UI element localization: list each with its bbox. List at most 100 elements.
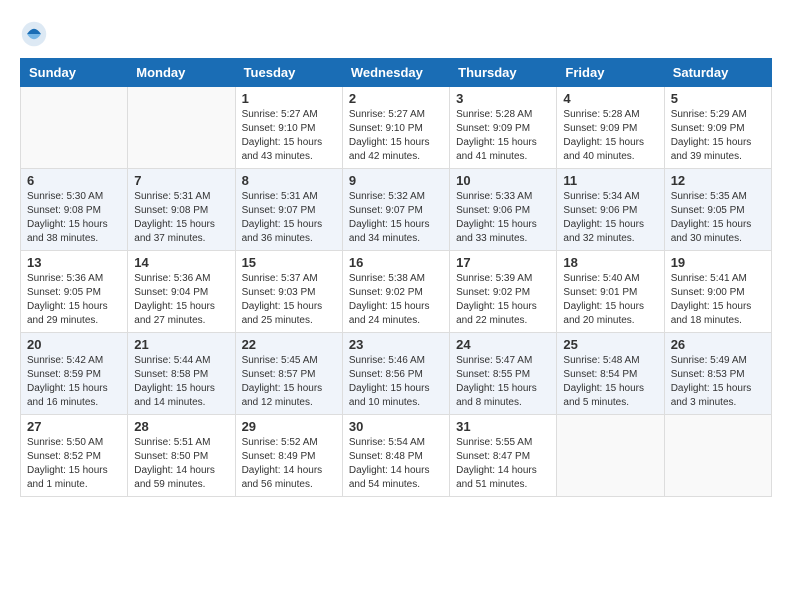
day-info: Sunrise: 5:42 AM Sunset: 8:59 PM Dayligh…	[27, 354, 121, 410]
calendar-day-cell: 18Sunrise: 5:40 AM Sunset: 9:01 PM Dayli…	[557, 251, 664, 333]
weekday-header: Wednesday	[342, 59, 449, 87]
calendar-day-cell: 5 Sunrise: 5:29 AM Sunset: 9:09 PM Daylig…	[664, 87, 771, 169]
day-info: Sunrise: 5:47 AM Sunset: 8:55 PM Dayligh…	[456, 354, 550, 410]
day-number: 8	[242, 173, 336, 188]
day-number: 11	[563, 173, 657, 188]
day-number: 17	[456, 255, 550, 270]
day-info: Sunrise: 5:46 AM Sunset: 8:56 PM Dayligh…	[349, 354, 443, 410]
calendar-day-cell: 14 Sunrise: 5:36 AM Sunset: 9:04 PM Dayli…	[128, 251, 235, 333]
day-info: Sunrise: 5:55 AM Sunset: 8:47 PM Dayligh…	[456, 436, 550, 492]
calendar-day-cell: 10 Sunrise: 5:33 AM Sunset: 9:06 PM Dayli…	[450, 169, 557, 251]
day-number: 7	[134, 173, 228, 188]
day-number: 13	[27, 255, 121, 270]
calendar-day-cell: 25 Sunrise: 5:48 AM Sunset: 8:54 PM Dayli…	[557, 333, 664, 415]
calendar-day-cell: 27 Sunrise: 5:50 AM Sunset: 8:52 PM Dayli…	[21, 415, 128, 497]
calendar-day-cell: 2Sunrise: 5:27 AM Sunset: 9:10 PM Daylig…	[342, 87, 449, 169]
day-info: Sunrise: 5:49 AM Sunset: 8:53 PM Dayligh…	[671, 354, 765, 410]
day-number: 2	[349, 91, 443, 106]
day-number: 24	[456, 337, 550, 352]
calendar-day-cell: 12 Sunrise: 5:35 AM Sunset: 9:05 PM Dayli…	[664, 169, 771, 251]
day-number: 12	[671, 173, 765, 188]
day-number: 30	[349, 419, 443, 434]
calendar-day-cell: 6Sunrise: 5:30 AM Sunset: 9:08 PM Daylig…	[21, 169, 128, 251]
day-info: Sunrise: 5:54 AM Sunset: 8:48 PM Dayligh…	[349, 436, 443, 492]
day-info: Sunrise: 5:34 AM Sunset: 9:06 PM Dayligh…	[563, 190, 657, 246]
day-info: Sunrise: 5:28 AM Sunset: 9:09 PM Dayligh…	[456, 108, 550, 164]
day-number: 31	[456, 419, 550, 434]
day-info: Sunrise: 5:40 AM Sunset: 9:01 PM Dayligh…	[563, 272, 657, 328]
calendar-day-cell: 30 Sunrise: 5:54 AM Sunset: 8:48 PM Dayli…	[342, 415, 449, 497]
day-info: Sunrise: 5:35 AM Sunset: 9:05 PM Dayligh…	[671, 190, 765, 246]
day-number: 22	[242, 337, 336, 352]
calendar-week-row: 27 Sunrise: 5:50 AM Sunset: 8:52 PM Dayli…	[21, 415, 772, 497]
calendar-day-cell	[664, 415, 771, 497]
day-info: Sunrise: 5:31 AM Sunset: 9:07 PM Dayligh…	[242, 190, 336, 246]
weekday-header: Saturday	[664, 59, 771, 87]
calendar-day-cell: 24 Sunrise: 5:47 AM Sunset: 8:55 PM Dayli…	[450, 333, 557, 415]
day-number: 23	[349, 337, 443, 352]
day-info: Sunrise: 5:36 AM Sunset: 9:04 PM Dayligh…	[134, 272, 228, 328]
day-number: 16	[349, 255, 443, 270]
day-info: Sunrise: 5:27 AM Sunset: 9:10 PM Dayligh…	[242, 108, 336, 164]
day-info: Sunrise: 5:48 AM Sunset: 8:54 PM Dayligh…	[563, 354, 657, 410]
day-number: 21	[134, 337, 228, 352]
day-info: Sunrise: 5:50 AM Sunset: 8:52 PM Dayligh…	[27, 436, 121, 492]
logo	[20, 20, 52, 48]
day-number: 3	[456, 91, 550, 106]
day-number: 9	[349, 173, 443, 188]
day-info: Sunrise: 5:33 AM Sunset: 9:06 PM Dayligh…	[456, 190, 550, 246]
calendar-day-cell: 29Sunrise: 5:52 AM Sunset: 8:49 PM Dayli…	[235, 415, 342, 497]
calendar-day-cell	[21, 87, 128, 169]
day-info: Sunrise: 5:36 AM Sunset: 9:05 PM Dayligh…	[27, 272, 121, 328]
day-number: 5	[671, 91, 765, 106]
calendar-day-cell: 26 Sunrise: 5:49 AM Sunset: 8:53 PM Dayli…	[664, 333, 771, 415]
day-info: Sunrise: 5:45 AM Sunset: 8:57 PM Dayligh…	[242, 354, 336, 410]
day-number: 14	[134, 255, 228, 270]
day-info: Sunrise: 5:37 AM Sunset: 9:03 PM Dayligh…	[242, 272, 336, 328]
day-info: Sunrise: 5:29 AM Sunset: 9:09 PM Dayligh…	[671, 108, 765, 164]
page-header	[20, 20, 772, 48]
day-number: 25	[563, 337, 657, 352]
day-number: 20	[27, 337, 121, 352]
calendar-day-cell: 7 Sunrise: 5:31 AM Sunset: 9:08 PM Daylig…	[128, 169, 235, 251]
calendar-day-cell: 9 Sunrise: 5:32 AM Sunset: 9:07 PM Daylig…	[342, 169, 449, 251]
day-number: 15	[242, 255, 336, 270]
day-number: 26	[671, 337, 765, 352]
day-number: 10	[456, 173, 550, 188]
calendar-day-cell: 28 Sunrise: 5:51 AM Sunset: 8:50 PM Dayli…	[128, 415, 235, 497]
day-info: Sunrise: 5:39 AM Sunset: 9:02 PM Dayligh…	[456, 272, 550, 328]
calendar-week-row: 20 Sunrise: 5:42 AM Sunset: 8:59 PM Dayli…	[21, 333, 772, 415]
weekday-header: Tuesday	[235, 59, 342, 87]
calendar-day-cell: 19Sunrise: 5:41 AM Sunset: 9:00 PM Dayli…	[664, 251, 771, 333]
calendar-header-row: SundayMondayTuesdayWednesdayThursdayFrid…	[21, 59, 772, 87]
day-info: Sunrise: 5:32 AM Sunset: 9:07 PM Dayligh…	[349, 190, 443, 246]
weekday-header: Thursday	[450, 59, 557, 87]
day-number: 29	[242, 419, 336, 434]
weekday-header: Friday	[557, 59, 664, 87]
day-info: Sunrise: 5:44 AM Sunset: 8:58 PM Dayligh…	[134, 354, 228, 410]
day-number: 1	[242, 91, 336, 106]
day-info: Sunrise: 5:51 AM Sunset: 8:50 PM Dayligh…	[134, 436, 228, 492]
calendar-day-cell: 3 Sunrise: 5:28 AM Sunset: 9:09 PM Daylig…	[450, 87, 557, 169]
calendar-week-row: 13 Sunrise: 5:36 AM Sunset: 9:05 PM Dayli…	[21, 251, 772, 333]
calendar-table: SundayMondayTuesdayWednesdayThursdayFrid…	[20, 58, 772, 497]
logo-icon	[20, 20, 48, 48]
calendar-day-cell: 4Sunrise: 5:28 AM Sunset: 9:09 PM Daylig…	[557, 87, 664, 169]
calendar-day-cell: 11 Sunrise: 5:34 AM Sunset: 9:06 PM Dayli…	[557, 169, 664, 251]
calendar-day-cell: 17 Sunrise: 5:39 AM Sunset: 9:02 PM Dayli…	[450, 251, 557, 333]
calendar-week-row: 6Sunrise: 5:30 AM Sunset: 9:08 PM Daylig…	[21, 169, 772, 251]
calendar-day-cell: 13 Sunrise: 5:36 AM Sunset: 9:05 PM Dayli…	[21, 251, 128, 333]
day-info: Sunrise: 5:28 AM Sunset: 9:09 PM Dayligh…	[563, 108, 657, 164]
calendar-day-cell: 21 Sunrise: 5:44 AM Sunset: 8:58 PM Dayli…	[128, 333, 235, 415]
day-number: 19	[671, 255, 765, 270]
calendar-day-cell: 1 Sunrise: 5:27 AM Sunset: 9:10 PM Daylig…	[235, 87, 342, 169]
calendar-day-cell	[557, 415, 664, 497]
day-number: 6	[27, 173, 121, 188]
day-info: Sunrise: 5:31 AM Sunset: 9:08 PM Dayligh…	[134, 190, 228, 246]
day-number: 27	[27, 419, 121, 434]
calendar-day-cell: 31 Sunrise: 5:55 AM Sunset: 8:47 PM Dayli…	[450, 415, 557, 497]
day-number: 28	[134, 419, 228, 434]
weekday-header: Sunday	[21, 59, 128, 87]
calendar-day-cell: 23 Sunrise: 5:46 AM Sunset: 8:56 PM Dayli…	[342, 333, 449, 415]
calendar-week-row: 1 Sunrise: 5:27 AM Sunset: 9:10 PM Daylig…	[21, 87, 772, 169]
